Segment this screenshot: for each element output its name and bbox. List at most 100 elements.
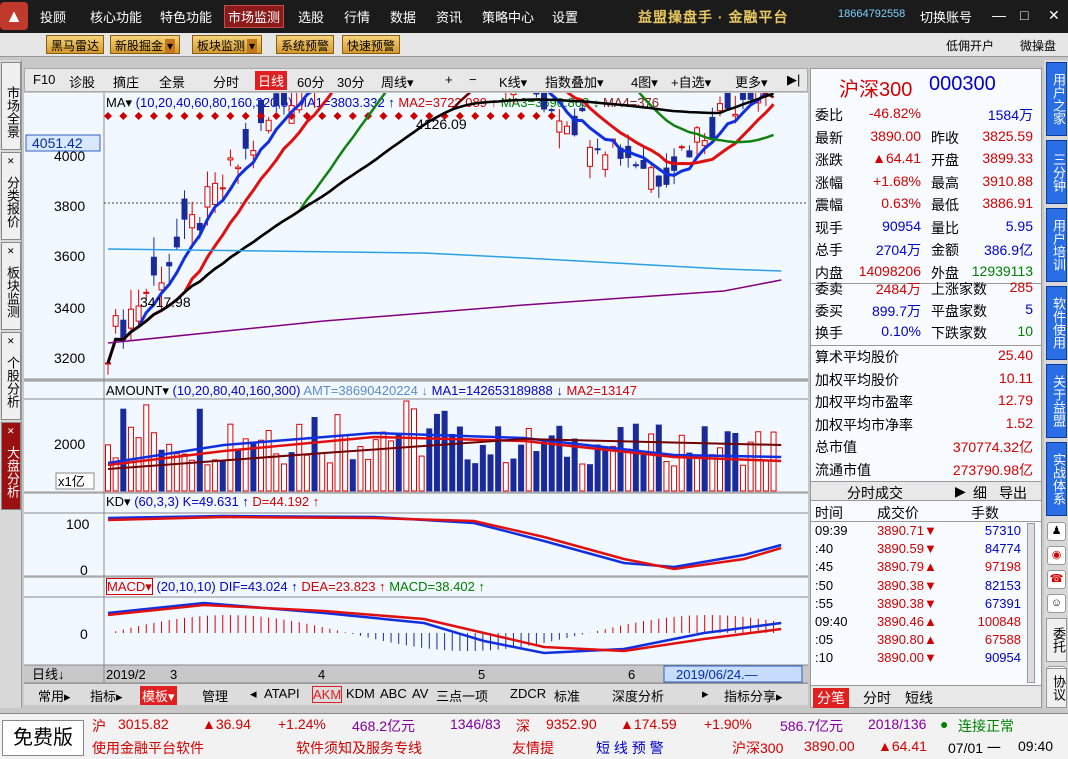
tab-market-overview[interactable]: 市场全景 [1,62,21,150]
low-commission-link[interactable]: 低佣开户 [946,37,994,54]
period-label[interactable]: 日线↓ [32,667,65,682]
menu-stock-pick[interactable]: 选股 [298,7,324,26]
tab-abc[interactable]: ABC [380,686,407,701]
30min-button[interactable]: 30分 [337,72,364,91]
system-alert-button[interactable]: 系统预警 [276,35,335,54]
menu-news[interactable]: 资讯 [436,7,462,26]
manage-button[interactable]: 管理 [202,686,228,705]
link-service-line[interactable]: 软件须知及服务专线 [296,738,422,758]
tab-three-minutes[interactable]: 三分钟 [1046,140,1067,204]
tab-kdm[interactable]: KDM [346,686,375,701]
close-icon[interactable]: ✕ [7,424,15,439]
panorama-button[interactable]: 全景 [159,72,185,91]
link-friends[interactable]: 友情提 [512,738,554,758]
tab-ticks[interactable]: 分笔 [813,688,849,708]
tab-stock-analysis[interactable]: ✕ 个股分析 [1,332,21,420]
collapse-panel-icon[interactable]: ▶| [787,72,800,88]
close-icon[interactable]: ✕ [7,334,15,349]
status-date: 07/01 一 [948,740,1001,756]
quote-label: 平盘家数 [931,303,987,319]
watchlist-dropdown[interactable]: +自选▾ [671,72,711,91]
quote-bottom-tabs: 分笔 分时 短线 [811,685,1041,708]
kline-dropdown[interactable]: K线▾ [499,72,527,91]
tab-user-training[interactable]: 用户培训 [1046,208,1067,282]
phone-icon[interactable]: ☎ [1047,570,1066,589]
zoom-in-button[interactable]: + [445,72,453,87]
tab-software-usage[interactable]: 软件使用 [1046,286,1067,360]
menu-tougu[interactable]: 投顾 [40,7,66,26]
close-button[interactable]: ✕ [1048,7,1060,24]
menu-feature[interactable]: 特色功能 [160,7,212,26]
daily-button[interactable]: 日线 [255,71,288,90]
switch-account-link[interactable]: 切换账号 [920,7,972,26]
tab-deep-analysis[interactable]: 深度分析 [612,686,664,705]
record-icon[interactable]: ◉ [1047,546,1066,565]
close-icon[interactable]: ✕ [7,244,15,259]
zoom-out-button[interactable]: − [469,72,477,87]
connection-status-icon: ● [940,716,949,732]
menu-data[interactable]: 数据 [390,7,416,26]
tab-av[interactable]: AV [412,686,428,701]
tab-user-home[interactable]: 用户之家 [1046,62,1067,136]
trades-scrollbar[interactable] [1027,523,1035,683]
weekly-dropdown[interactable]: 周线▾ [381,72,414,91]
amount-bar [556,425,563,492]
ipo-mining-button[interactable]: 新股掘金 ▾ [110,35,181,54]
expand-icon[interactable]: ▶ [955,483,966,500]
menu-settings[interactable]: 设置 [552,7,578,26]
scroll-right-icon[interactable]: ▸ [702,686,709,702]
minimize-button[interactable]: — [992,7,1006,23]
chess-icon[interactable]: ♟ [1047,522,1066,541]
menu-quotes[interactable]: 行情 [344,7,370,26]
close-icon[interactable]: ✕ [7,154,15,169]
maximize-button[interactable]: □ [1020,7,1028,23]
scroll-left-icon[interactable]: ◂ [250,686,257,702]
zhai-zhuang-button[interactable]: 摘庄 [113,72,139,91]
link-use-platform[interactable]: 使用金融平台软件 [92,738,204,758]
tab-intraday[interactable]: 分时 [863,688,891,708]
signal-diamond-icon [501,112,510,120]
tab-protocol[interactable]: 协议 [1046,668,1067,708]
y-tick: 3600 [54,248,85,264]
micro-trade-link[interactable]: 微操盘 [1020,37,1056,54]
quick-alert-button[interactable]: 快速预警 [342,35,401,54]
face-icon[interactable]: ☺ [1047,594,1066,613]
template-dropdown[interactable]: 模板▾ [140,686,177,705]
k-line [107,514,782,569]
export-button[interactable]: 导出 [999,483,1027,503]
amount-bar [189,459,196,492]
indicator-dropdown[interactable]: 指标▸ [90,686,123,705]
tab-standard[interactable]: 标准 [554,686,580,705]
index-overlay-dropdown[interactable]: 指数叠加▾ [545,72,604,91]
menu-strategy[interactable]: 策略中心 [482,7,534,26]
chart-canvas[interactable]: 4051.42 4000 3800 3600 3400 3200 2000 x1… [24,93,808,683]
four-chart-dropdown[interactable]: 4图▾ [631,72,658,91]
tab-three-points[interactable]: 三点一项 [436,686,488,705]
sector-monitor-button[interactable]: 板块监测 ▾ [192,35,263,54]
candle-body [219,187,226,190]
tab-entrust[interactable]: 委托 [1046,618,1067,662]
common-dropdown[interactable]: 常用▸ [38,686,71,705]
detail-button[interactable]: 细 [973,483,987,503]
stat-value: 1.52 [1005,414,1033,431]
tab-practice-system[interactable]: 实战体系 [1046,442,1067,516]
tab-akm[interactable]: AKM [312,686,343,703]
f10-button[interactable]: F10 [33,72,55,87]
menu-core[interactable]: 核心功能 [90,7,142,26]
tab-short-line[interactable]: 短线 [905,688,933,708]
60min-button[interactable]: 60分 [297,72,324,91]
diagnose-button[interactable]: 诊股 [69,72,95,91]
tab-index-analysis[interactable]: ✕ 大盘分析 [1,422,21,510]
tab-about[interactable]: 关于益盟 [1046,364,1067,438]
tab-atapi[interactable]: ATAPI [264,686,300,701]
tab-category-quotes[interactable]: ✕ 分类报价 [1,152,21,240]
ticker-name: 沪深300 [732,740,784,756]
tab-zdcr[interactable]: ZDCR [510,686,546,701]
more-dropdown[interactable]: 更多▾ [735,72,768,91]
black-horse-radar-button[interactable]: 黑马雷达 [46,35,105,54]
indicator-share-dropdown[interactable]: 指标分享▸ [724,686,783,705]
link-short-alert[interactable]: 短 线 预 警 [596,738,664,758]
intraday-button[interactable]: 分时 [213,72,239,91]
tab-sector-monitor[interactable]: ✕ 板块监测 [1,242,21,330]
menu-market-monitor[interactable]: 市场监测 [224,5,285,28]
